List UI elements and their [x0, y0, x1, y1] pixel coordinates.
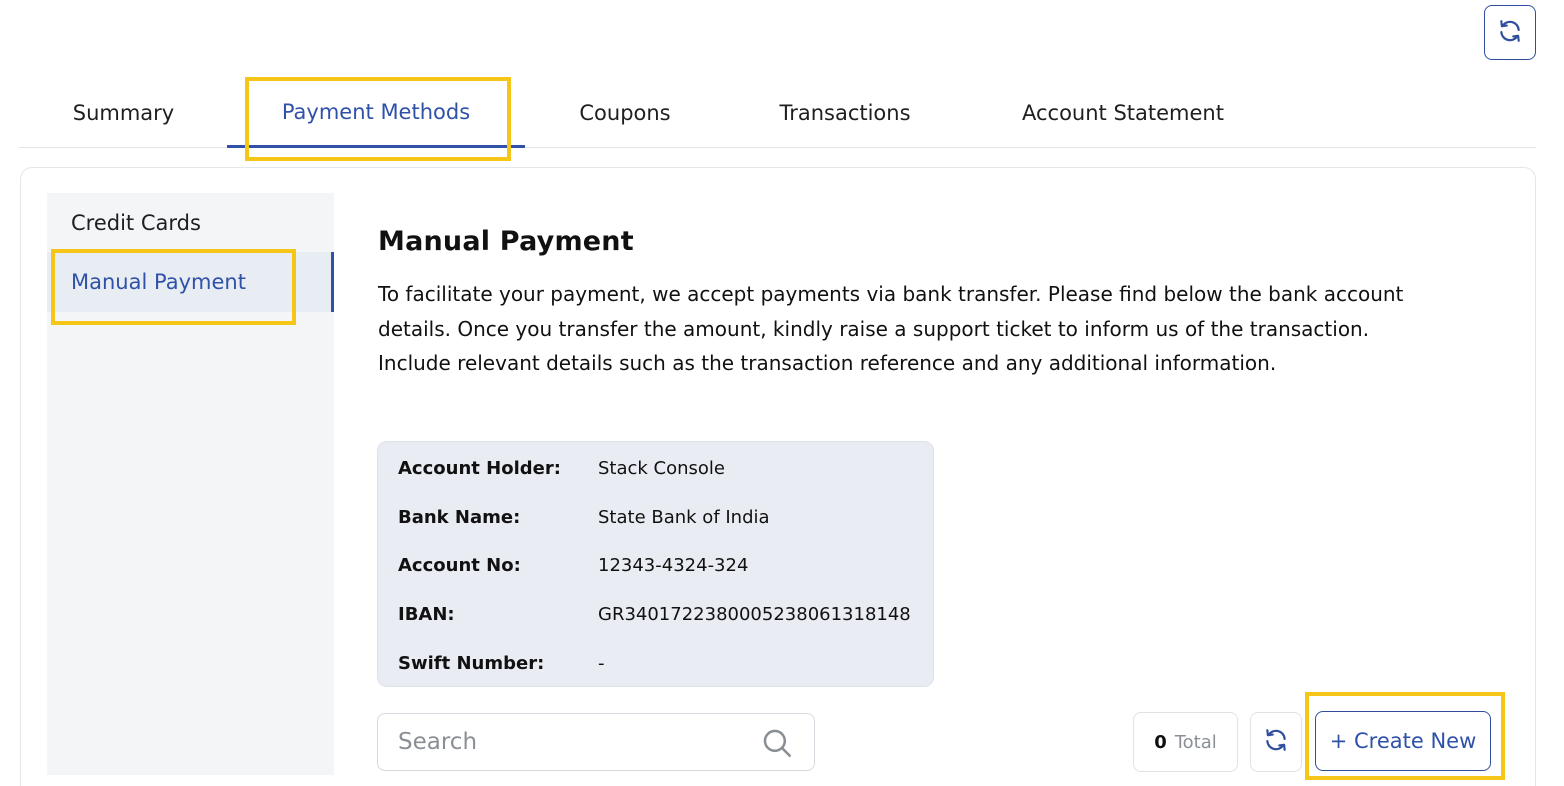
total-count: 0 — [1154, 731, 1167, 753]
create-new-button[interactable]: + Create New — [1315, 711, 1491, 771]
bank-value: Stack Console — [598, 457, 726, 479]
search-input[interactable] — [398, 729, 758, 755]
refresh-icon — [1263, 727, 1289, 757]
bank-label: Account Holder: — [398, 457, 561, 479]
bank-row-account-no: Account No: 12343-4324-324 — [398, 550, 748, 580]
tab-summary[interactable]: Summary — [51, 78, 196, 147]
bank-row-bank-name: Bank Name: State Bank of India — [398, 502, 770, 532]
bank-row-swift-number: Swift Number: - — [398, 648, 605, 678]
tab-payment-methods[interactable]: Payment Methods — [227, 78, 525, 148]
bank-label: Bank Name: — [398, 506, 521, 528]
payment-method-sidebar: Credit Cards Manual Payment — [47, 193, 334, 775]
bank-value: GR3401722380005238061318148 — [598, 603, 911, 625]
tab-transactions[interactable]: Transactions — [755, 78, 935, 147]
list-refresh-button[interactable] — [1250, 712, 1302, 772]
sidebar-item-manual-payment[interactable]: Manual Payment — [47, 252, 334, 312]
page-refresh-button[interactable] — [1484, 5, 1536, 60]
bank-label: Account No: — [398, 554, 521, 576]
tab-account-statement[interactable]: Account Statement — [995, 78, 1251, 147]
bank-row-account-holder: Account Holder: Stack Console — [398, 453, 725, 483]
total-count-badge: 0 Total — [1133, 712, 1238, 772]
bank-label: Swift Number: — [398, 652, 545, 674]
page-title: Manual Payment — [378, 226, 634, 257]
bank-value: State Bank of India — [598, 506, 770, 528]
total-label: Total — [1174, 731, 1217, 753]
bank-value: - — [598, 652, 605, 674]
bank-details-card: Account Holder: Stack Console Bank Name:… — [377, 441, 934, 687]
manual-payment-section: Manual Payment To facilitate your paymen… — [378, 226, 1478, 381]
refresh-icon — [1497, 18, 1523, 48]
search-icon[interactable] — [760, 726, 794, 764]
payment-description: To facilitate your payment, we accept pa… — [378, 282, 1404, 375]
tab-coupons[interactable]: Coupons — [555, 78, 695, 147]
tab-bar: Summary Payment Methods Coupons Transact… — [19, 78, 1536, 148]
search-box — [377, 713, 815, 771]
bank-label: IBAN: — [398, 603, 455, 625]
bank-row-iban: IBAN: GR3401722380005238061318148 — [398, 599, 911, 629]
sidebar-item-credit-cards[interactable]: Credit Cards — [47, 193, 334, 253]
bank-value: 12343-4324-324 — [598, 554, 749, 576]
